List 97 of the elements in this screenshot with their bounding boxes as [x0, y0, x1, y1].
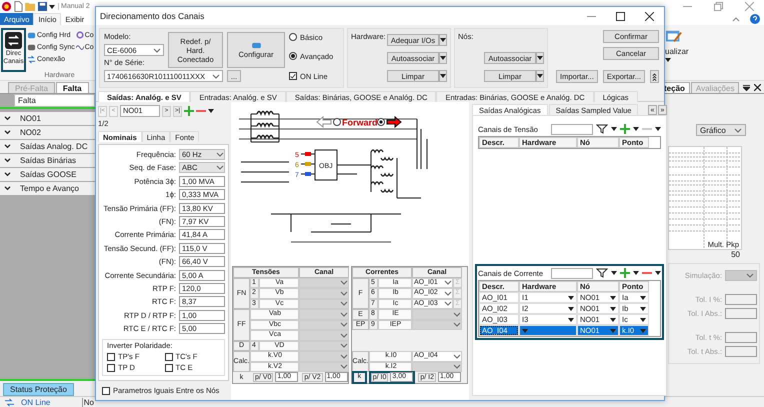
filter-icon[interactable] [596, 124, 608, 134]
restore-icon[interactable] [714, 2, 723, 11]
caret-icon [611, 127, 617, 131]
status-tab[interactable]: Status Proteção [3, 383, 74, 396]
new-file-icon[interactable] [14, 1, 23, 12]
filter-field[interactable] [551, 268, 593, 278]
dropdown-button[interactable] [439, 70, 447, 82]
section-header[interactable]: Saídas Analog. DC [0, 140, 95, 153]
view-select[interactable]: Gráfico [696, 124, 746, 136]
add-icon[interactable] [184, 106, 194, 116]
section-header[interactable]: NO01 [0, 112, 95, 125]
wave-icon [76, 43, 84, 51]
axis-tick-label: 50 [731, 250, 740, 259]
connection-icon [4, 398, 15, 406]
radio-button[interactable] [289, 33, 297, 41]
caret-icon [633, 127, 639, 131]
chevron-down-icon [212, 74, 220, 78]
caret-icon [49, 4, 55, 8]
chevron-down-icon [4, 144, 11, 149]
collapse-ribbon-icon[interactable] [732, 16, 740, 22]
caret-icon [568, 318, 574, 322]
section-header[interactable]: Saídas GOOSE [0, 168, 95, 181]
caret-icon [665, 58, 671, 62]
window-title: Direcionamento dos Canais [100, 11, 204, 21]
caret-icon [440, 56, 446, 60]
caret-icon [610, 318, 616, 322]
connection-status: ON Line [21, 398, 50, 406]
check-icon [290, 72, 296, 80]
caret-icon [655, 127, 661, 131]
row-header [0, 94, 14, 107]
caret-icon [640, 306, 646, 310]
close-icon[interactable] [754, 84, 761, 91]
pin-icon[interactable] [743, 85, 750, 91]
tolerance-field[interactable] [725, 294, 757, 305]
caret-icon [208, 109, 214, 113]
chevron-down-icon [153, 48, 161, 52]
caret-icon [610, 306, 616, 310]
help-icon[interactable] [750, 14, 760, 24]
direction-arrow-icon [386, 116, 402, 128]
section-header[interactable]: Saídas Binárias [0, 154, 95, 167]
chevron-down-icon [4, 158, 11, 163]
caret-icon [640, 328, 646, 332]
caret-icon [537, 74, 543, 78]
caret-icon [537, 56, 543, 60]
step-field[interactable]: Falta [14, 94, 95, 107]
caret-icon [640, 318, 646, 322]
dropdown-cell[interactable] [519, 325, 577, 336]
chevron-down-icon [734, 128, 742, 132]
swap-arrows-icon [5, 32, 22, 49]
dropdown-button[interactable] [536, 52, 544, 64]
filter-icon[interactable] [596, 268, 608, 278]
tolerance-field[interactable] [725, 332, 757, 343]
dropdown-button[interactable] [439, 34, 447, 46]
document-tab[interactable]: Falta [56, 82, 89, 93]
expand-button[interactable] [650, 70, 659, 83]
caret-icon [568, 306, 574, 310]
caret-icon [640, 296, 646, 300]
checkbox[interactable] [102, 386, 110, 395]
chevron-down-icon [4, 130, 11, 135]
checkbox[interactable] [107, 364, 115, 372]
direction-arrow-icon [316, 116, 332, 128]
checkbox[interactable] [164, 352, 172, 361]
radio-button[interactable] [333, 118, 341, 126]
save-icon[interactable] [38, 2, 47, 11]
section-header[interactable]: NO02 [0, 126, 95, 139]
caret-icon [440, 74, 446, 78]
connection-icon [27, 54, 36, 64]
section-header[interactable]: Tempo e Avanço [0, 182, 95, 195]
caret-icon [610, 296, 616, 300]
caret-icon [633, 271, 639, 275]
caret-icon [522, 328, 528, 332]
chevron-down-icon [746, 273, 754, 278]
tolerance-field[interactable] [725, 308, 757, 319]
simulation-select[interactable] [725, 270, 757, 281]
close-icon[interactable] [645, 12, 654, 20]
chevron-down-icon [4, 186, 11, 191]
caret-icon [611, 271, 617, 275]
direction-label: Forward [342, 118, 378, 128]
chevron-down-icon [4, 172, 11, 177]
caret-icon [655, 271, 661, 275]
caret-icon [440, 38, 446, 42]
filter-field[interactable] [551, 124, 593, 134]
add-icon[interactable] [620, 268, 630, 278]
app-logo-icon [1, 1, 12, 12]
chevrons-up-icon [652, 72, 657, 81]
chevron-down-icon [4, 116, 11, 121]
radio-button[interactable] [289, 52, 297, 60]
caret-icon [568, 296, 574, 300]
checkbox[interactable] [107, 352, 115, 361]
maximize-icon[interactable] [616, 12, 625, 20]
caret-icon [610, 328, 616, 332]
dropdown-button[interactable] [536, 70, 544, 82]
tolerance-field[interactable] [725, 346, 757, 357]
checkbox[interactable] [164, 364, 172, 372]
add-icon[interactable] [620, 124, 630, 134]
checkbox[interactable] [289, 72, 297, 80]
dropdown-button[interactable] [439, 52, 447, 64]
